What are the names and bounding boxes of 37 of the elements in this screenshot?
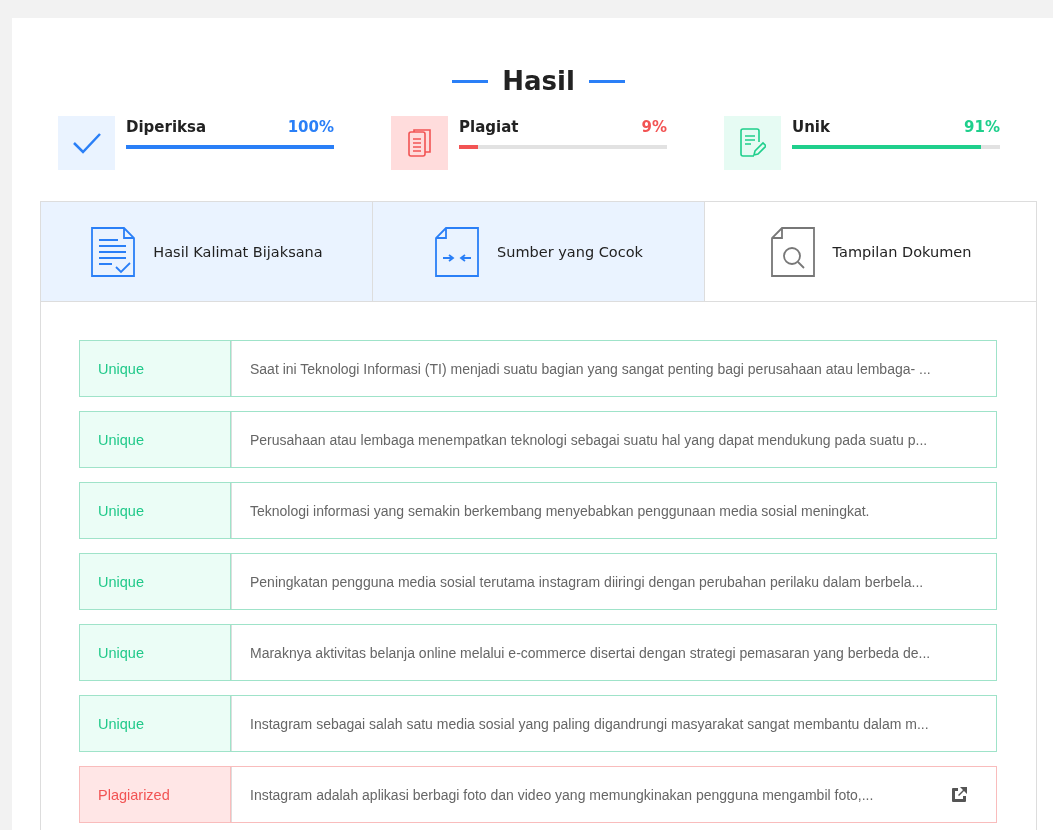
stat-label: Plagiat	[459, 118, 519, 136]
sentence-cell[interactable]: Maraknya aktivitas belanja online melalui e-commerce disertai dengan strategi pemasaran yang berbeda de...	[231, 625, 996, 680]
sentence-text: Teknologi informasi yang semakin berkembang menyebabkan penggunaan media sosial meningkat.	[250, 502, 870, 519]
stat-label: Diperiksa	[126, 118, 207, 136]
sentence-cell[interactable]: Perusahaan atau lembaga menempatkan teknologi sebagai suatu hal yang dapat mendukung pada suatu p...	[231, 412, 996, 467]
status-cell: Unique	[80, 696, 231, 751]
document-arrows-icon	[434, 225, 481, 278]
sentence-text: Peningkatan pengguna media sosial terutama instagram diiringi dengan perubahan perilaku dalam berbela...	[250, 573, 924, 590]
result-tab[interactable]: Hasil Kalimat Bijaksana	[41, 202, 373, 301]
copy-document-icon	[407, 128, 432, 158]
sentence-cell[interactable]: Peningkatan pengguna media sosial terutama instagram diiringi dengan perubahan perilaku dalam berbela...	[231, 554, 996, 609]
stat-percentage: 9%	[641, 118, 667, 136]
sentence-cell[interactable]: Instagram adalah aplikasi berbagi foto dan video yang memungkinakan pengguna mengambil foto,...	[231, 767, 996, 822]
status-cell: Unique	[80, 625, 231, 680]
sentence-text: Instagram adalah aplikasi berbagi foto dan video yang memungkinakan pengguna mengambil foto,...	[250, 786, 874, 803]
status-cell: Unique	[80, 483, 231, 538]
status-cell: Unique	[80, 341, 231, 396]
stat-percentage: 91%	[964, 118, 1000, 136]
external-link-icon[interactable]	[950, 785, 968, 804]
document-edit-icon	[739, 128, 766, 158]
sentence-text: Perusahaan atau lembaga menempatkan teknologi sebagai suatu hal yang dapat mendukung pada suatu p...	[250, 431, 928, 448]
sentence-text: Saat ini Teknologi Informasi (TI) menjadi suatu bagian yang sangat penting bagi perusahaan atau lembaga- ...	[250, 360, 931, 377]
checked-document-icon	[90, 225, 137, 278]
document-search-icon	[769, 225, 816, 278]
status-cell: Plagiarized	[80, 767, 231, 822]
sentence-text: Instagram sebagai salah satu media sosial yang paling digandrungi masyarakat sangat membantu dalam m...	[250, 715, 929, 732]
section-title: Hasil	[502, 66, 575, 96]
status-cell: Unique	[80, 412, 231, 467]
stat-label: Unik	[792, 118, 830, 136]
result-tab[interactable]: Sumber yang Cocok	[373, 202, 705, 301]
sentence-cell[interactable]: Instagram sebagai salah satu media sosial yang paling digandrungi masyarakat sangat membantu dalam m...	[231, 696, 996, 751]
stat-percentage: 100%	[287, 118, 334, 136]
sentence-cell[interactable]: Teknologi informasi yang semakin berkembang menyebabkan penggunaan media sosial meningkat.	[231, 483, 996, 538]
sentence-text: Maraknya aktivitas belanja online melalui e-commerce disertai dengan strategi pemasaran yang berbeda de...	[250, 644, 931, 661]
sentence-cell[interactable]: Saat ini Teknologi Informasi (TI) menjadi suatu bagian yang sangat penting bagi perusahaan atau lembaga- ...	[231, 341, 996, 396]
status-cell: Unique	[80, 554, 231, 609]
checkmark-icon	[71, 131, 102, 155]
